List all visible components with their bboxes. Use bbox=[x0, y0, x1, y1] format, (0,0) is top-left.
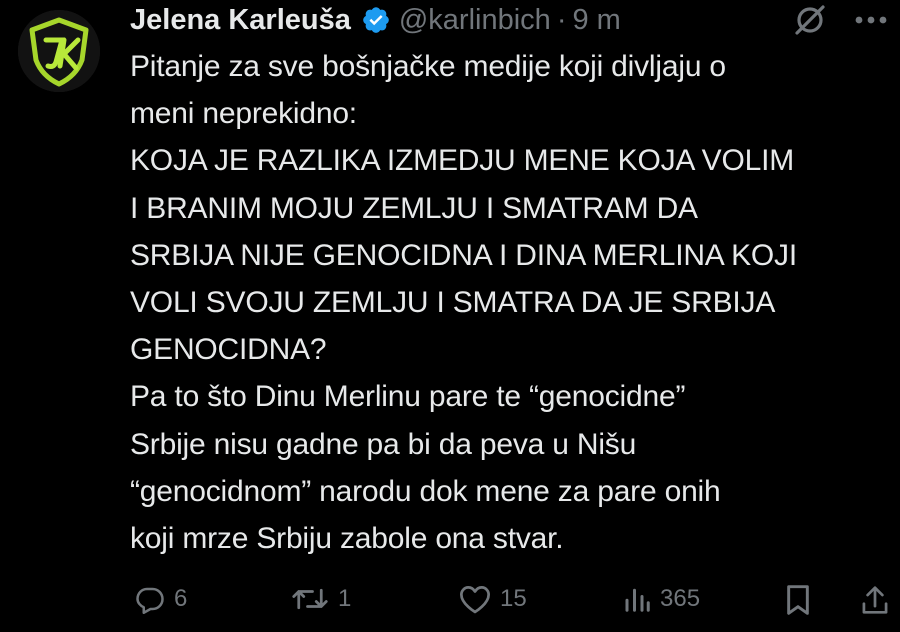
tweet-line: “genocidnom” narodu dok mene za pare oni… bbox=[130, 474, 721, 508]
repost-count: 1 bbox=[338, 585, 352, 612]
like-icon bbox=[460, 586, 490, 614]
grok-slash-icon[interactable] bbox=[792, 2, 828, 38]
author-handle[interactable]: @karlinbich bbox=[399, 4, 551, 37]
bookmark-button[interactable] bbox=[784, 584, 812, 616]
share-icon bbox=[862, 586, 888, 614]
tweet-actions: 6 1 15 365 bbox=[130, 576, 892, 620]
verified-badge-icon bbox=[361, 5, 391, 35]
share-button[interactable] bbox=[860, 584, 890, 616]
tweet-line: GENOCIDNA? bbox=[130, 333, 327, 367]
reply-icon bbox=[136, 587, 164, 614]
like-count: 15 bbox=[500, 585, 527, 612]
tweet-line: VOLI SVOJU ZEMLJU I SMATRA DA JE SRBIJA bbox=[130, 286, 776, 320]
bookmark-icon bbox=[787, 585, 809, 615]
tweet-line: Pa to što Dinu Merlinu pare te “genocidn… bbox=[130, 380, 686, 414]
avatar[interactable] bbox=[18, 10, 100, 92]
author-name[interactable]: Jelena Karleuša bbox=[130, 4, 351, 37]
separator-dot: · bbox=[556, 3, 567, 36]
reply-count: 6 bbox=[174, 585, 188, 612]
header-actions bbox=[792, 2, 888, 38]
tweet-header: Jelena Karleuša @karlinbich · 9 m bbox=[130, 0, 621, 40]
tweet-line: koji mrze Srbiju zabole ona stvar. bbox=[130, 522, 564, 556]
tweet-line: meni neprekidno: bbox=[130, 97, 357, 131]
more-options-icon[interactable] bbox=[854, 15, 888, 25]
views-button[interactable]: 365 bbox=[622, 584, 700, 614]
tweet-line: KOJA JE RAZLIKA IZMEDJU MENE KOJA VOLIM bbox=[130, 144, 795, 178]
views-count: 365 bbox=[660, 585, 701, 612]
tweet-line: Pitanje za sve bošnjačke medije koji div… bbox=[130, 50, 726, 83]
tweet-text: Pitanje za sve bošnjačke medije koji div… bbox=[130, 43, 895, 562]
like-button[interactable]: 15 bbox=[458, 584, 527, 614]
tweet-line: I BRANIM MOJU ZEMLJU I SMATRAM DA bbox=[130, 191, 698, 225]
repost-icon bbox=[292, 588, 328, 610]
repost-button[interactable]: 1 bbox=[290, 584, 351, 614]
reply-button[interactable]: 6 bbox=[134, 584, 187, 614]
tweet-line: SRBIJA NIJE GENOCIDNA I DINA MERLINA KOJ… bbox=[130, 238, 797, 272]
timestamp[interactable]: 9 m bbox=[572, 4, 620, 37]
jk-shield-logo-icon bbox=[18, 10, 100, 92]
tweet[interactable]: Jelena Karleuša @karlinbich · 9 m Pitanj… bbox=[0, 0, 900, 632]
tweet-line: Srbije nisu gadne pa bi da peva u Nišu bbox=[130, 427, 637, 461]
views-icon bbox=[625, 588, 650, 612]
